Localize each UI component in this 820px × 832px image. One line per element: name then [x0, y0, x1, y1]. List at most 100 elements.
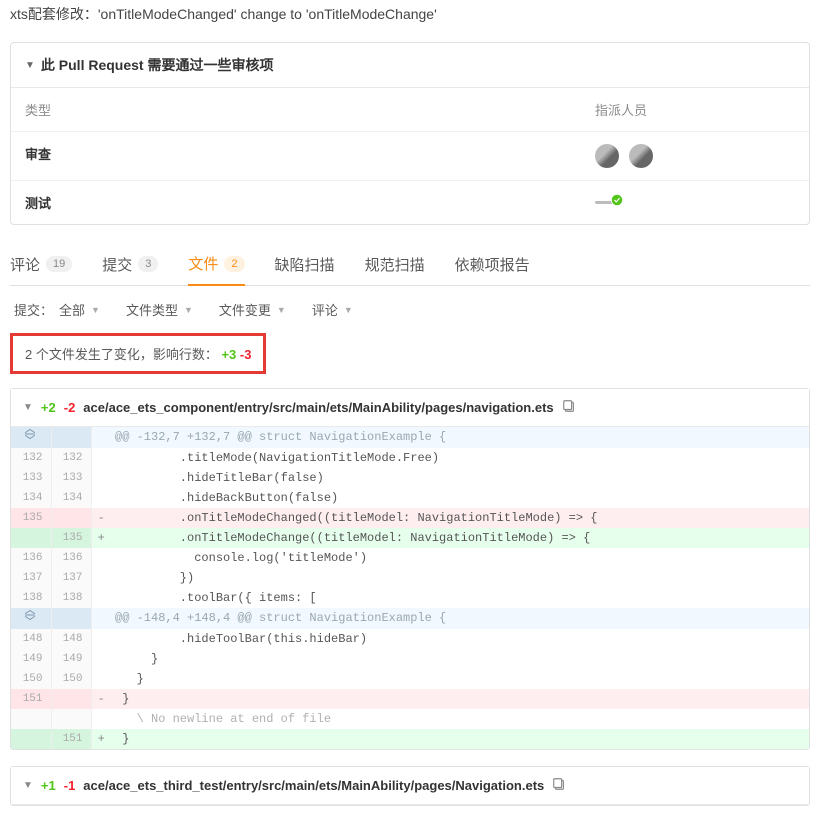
tab-comments[interactable]: 评论 19 — [10, 243, 72, 285]
diff-row: 135- .onTitleModeChanged((titleModel: Na… — [11, 508, 809, 528]
file-deletions: -1 — [64, 778, 76, 793]
old-line-number: 135 — [11, 508, 51, 528]
diff-code[interactable]: .hideToolBar(this.hideBar) — [111, 629, 809, 649]
checks-col-type: 类型 — [25, 100, 51, 119]
caret-down-icon: ▼ — [277, 305, 286, 315]
diff-row: 150150 } — [11, 669, 809, 689]
hunk-text: @@ -132,7 +132,7 @@ struct NavigationExa… — [111, 427, 809, 448]
summary-additions: +3 — [221, 347, 236, 362]
diff-row: 138138 .toolBar({ items: [ — [11, 588, 809, 608]
diff-row: 148148 .hideToolBar(this.hideBar) — [11, 629, 809, 649]
diff-code[interactable]: .titleMode(NavigationTitleMode.Free) — [111, 448, 809, 468]
diff-sign — [91, 448, 111, 468]
diff-code[interactable]: }) — [111, 568, 809, 588]
old-line-number: 136 — [11, 548, 51, 568]
diff-row: 149149 } — [11, 649, 809, 669]
diff-code[interactable]: .hideBackButton(false) — [111, 488, 809, 508]
pr-description: xts配套修改：'onTitleModeChanged' change to '… — [10, 0, 810, 42]
new-line-number: 135 — [51, 528, 91, 548]
tab-dep-report[interactable]: 依赖项报告 — [455, 243, 530, 285]
tab-spec-scan[interactable]: 规范扫描 — [365, 243, 425, 285]
diff-code[interactable]: } — [111, 669, 809, 689]
hunk-text: @@ -148,4 +148,4 @@ struct NavigationExa… — [111, 608, 809, 629]
diff-code[interactable]: } — [111, 689, 809, 709]
new-line-number: 134 — [51, 488, 91, 508]
copy-icon[interactable] — [562, 399, 576, 416]
diff-sign: + — [91, 528, 111, 548]
filter-label: 评论 — [312, 300, 338, 319]
file-path: ace/ace_ets_third_test/entry/src/main/et… — [83, 778, 544, 793]
diff-sign: + — [91, 729, 111, 749]
file-header[interactable]: ▼+2-2ace/ace_ets_component/entry/src/mai… — [11, 389, 809, 427]
diff-sign — [91, 629, 111, 649]
diff-code[interactable]: console.log('titleMode') — [111, 548, 809, 568]
caret-down-icon: ▼ — [23, 402, 33, 413]
diff-table: @@ -132,7 +132,7 @@ struct NavigationExa… — [11, 427, 809, 749]
checks-panel-title: 此 Pull Request 需要通过一些审核项 — [41, 55, 274, 75]
file-block: ▼+2-2ace/ace_ets_component/entry/src/mai… — [10, 388, 810, 750]
new-line-number: 138 — [51, 588, 91, 608]
old-line-number: 137 — [11, 568, 51, 588]
diff-code[interactable]: .onTitleModeChange((titleModel: Navigati… — [111, 528, 809, 548]
old-line-number — [11, 528, 51, 548]
filter-label: 文件变更 — [219, 300, 271, 319]
diff-row: 135+ .onTitleModeChange((titleModel: Nav… — [11, 528, 809, 548]
diff-sign — [91, 649, 111, 669]
filter-file-type[interactable]: 文件类型 ▼ — [126, 300, 193, 319]
summary-text: 2 个文件发生了变化，影响行数： — [25, 347, 218, 362]
tab-commits[interactable]: 提交 3 — [102, 243, 158, 285]
diff-row: 134134 .hideBackButton(false) — [11, 488, 809, 508]
caret-down-icon: ▼ — [25, 60, 35, 71]
diff-row: 136136 console.log('titleMode') — [11, 548, 809, 568]
new-line-number: 150 — [51, 669, 91, 689]
diff-code[interactable]: .hideTitleBar(false) — [111, 468, 809, 488]
file-deletions: -2 — [64, 400, 76, 415]
new-line-number — [51, 689, 91, 709]
checks-col-assignee: 指派人员 — [595, 100, 647, 119]
expand-icon[interactable] — [11, 427, 51, 448]
new-line-number: 148 — [51, 629, 91, 649]
pr-tabs: 评论 19 提交 3 文件 2 缺陷扫描 规范扫描 依赖项报告 — [10, 243, 810, 286]
old-line-number: 149 — [11, 649, 51, 669]
new-line-number: 132 — [51, 448, 91, 468]
filter-bar: 提交： 全部 ▼ 文件类型 ▼ 文件变更 ▼ 评论 ▼ — [10, 286, 810, 333]
diff-row: 132132 .titleMode(NavigationTitleMode.Fr… — [11, 448, 809, 468]
filter-commit[interactable]: 提交： 全部 ▼ — [14, 300, 100, 319]
filter-comments[interactable]: 评论 ▼ — [312, 300, 353, 319]
caret-down-icon: ▼ — [91, 305, 100, 315]
avatar[interactable] — [595, 144, 619, 168]
diff-code[interactable]: .toolBar({ items: [ — [111, 588, 809, 608]
old-line-number: 132 — [11, 448, 51, 468]
old-line-number: 148 — [11, 629, 51, 649]
check-ok-icon — [611, 194, 623, 206]
diff-sign — [91, 669, 111, 689]
summary-deletions: -3 — [240, 347, 252, 362]
avatar[interactable] — [629, 144, 653, 168]
copy-icon[interactable] — [552, 777, 566, 794]
check-test-assignees — [595, 193, 795, 212]
new-line-number — [51, 709, 91, 729]
diff-sign — [91, 568, 111, 588]
tab-files[interactable]: 文件 2 — [188, 243, 244, 286]
diff-code[interactable]: } — [111, 729, 809, 749]
file-header[interactable]: ▼+1-1ace/ace_ets_third_test/entry/src/ma… — [11, 767, 809, 805]
file-block: ▼+1-1ace/ace_ets_third_test/entry/src/ma… — [10, 766, 810, 806]
new-line-number: 149 — [51, 649, 91, 669]
diff-sign — [91, 709, 111, 729]
diff-row: \ No newline at end of file — [11, 709, 809, 729]
diff-code[interactable]: \ No newline at end of file — [111, 709, 809, 729]
diff-row: 151- } — [11, 689, 809, 709]
diff-sign: - — [91, 689, 111, 709]
filter-file-change[interactable]: 文件变更 ▼ — [219, 300, 286, 319]
diff-code[interactable]: } — [111, 649, 809, 669]
diff-row: 137137 }) — [11, 568, 809, 588]
tab-label: 提交 — [102, 254, 132, 275]
check-test-label: 测试 — [25, 193, 51, 212]
diff-code[interactable]: .onTitleModeChanged((titleModel: Navigat… — [111, 508, 809, 528]
new-line-number: 136 — [51, 548, 91, 568]
checks-panel-header[interactable]: ▼ 此 Pull Request 需要通过一些审核项 — [11, 43, 809, 88]
old-line-number: 133 — [11, 468, 51, 488]
old-line-number — [11, 729, 51, 749]
tab-defect-scan[interactable]: 缺陷扫描 — [275, 243, 335, 285]
expand-icon[interactable] — [11, 608, 51, 629]
